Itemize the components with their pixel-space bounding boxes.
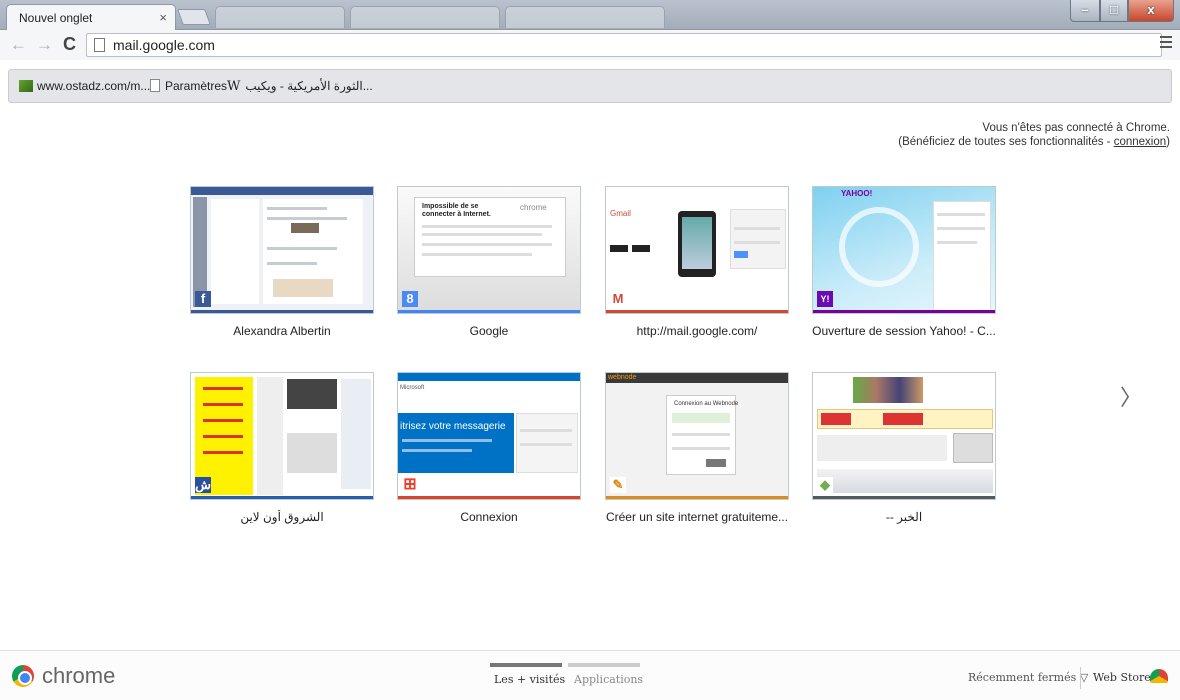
echorouk-icon: ش: [195, 477, 211, 493]
most-visited-tile[interactable]: Impossible de se connecter à Internet. c…: [397, 186, 581, 338]
new-tab-button[interactable]: [177, 9, 211, 25]
tile-title: -- الخبر: [885, 510, 923, 524]
webnode-icon: ✎: [610, 477, 626, 493]
tile-title: Ouverture de session Yahoo! - C...: [812, 324, 996, 338]
next-page-arrow-icon[interactable]: 〉: [1120, 380, 1142, 412]
most-visited-tile[interactable]: ◆ -- الخبر: [812, 372, 996, 524]
tile-thumbnail[interactable]: f: [190, 186, 374, 314]
signin-link[interactable]: connexion: [1114, 136, 1166, 148]
recently-closed-menu[interactable]: Récemment fermés ▽: [968, 671, 1088, 684]
site-icon: [19, 80, 33, 92]
tile-thumbnail[interactable]: Microsoft itrisez votre messagerie ⊞: [397, 372, 581, 500]
most-visited-tile[interactable]: webnode Connexion au Webnode ✎ Créer un …: [605, 372, 789, 524]
yahoo-icon: Y!: [817, 291, 833, 307]
tile-thumbnail[interactable]: YAHOO! Y!: [812, 186, 996, 314]
divider: [1080, 667, 1081, 689]
address-bar[interactable]: mail.google.com: [86, 33, 1162, 57]
maximize-button[interactable]: □: [1100, 0, 1128, 22]
tab-most-visited[interactable]: Les + visités: [494, 673, 565, 686]
page-icon: [94, 38, 105, 52]
tile-thumbnail[interactable]: Gmail M: [605, 186, 789, 314]
minimize-button[interactable]: –: [1070, 0, 1100, 22]
tile-title: Connexion: [460, 510, 518, 524]
tab-strip: Nouvel onglet × – □ x: [0, 0, 1180, 30]
pager-indicator: [568, 663, 640, 667]
address-url[interactable]: mail.google.com: [113, 37, 215, 53]
tile-title: Créer un site internet gratuiteme...: [605, 510, 789, 524]
close-window-button[interactable]: x: [1128, 0, 1174, 22]
tile-title: الشروق أون لاين: [240, 510, 324, 524]
tile-thumbnail[interactable]: Impossible de se connecter à Internet. c…: [397, 186, 581, 314]
google-error-text: Impossible de se connecter à Internet.: [422, 203, 491, 218]
forward-arrow-icon[interactable]: →: [36, 35, 53, 55]
bookmarks-bar: www.ostadz.com/m... Paramètres W الثورة ا…: [8, 69, 1172, 103]
signin-notice: Vous n'êtes pas connecté à Chrome. (Béné…: [898, 122, 1170, 148]
menu-icon[interactable]: [1160, 36, 1172, 50]
windows-icon: ⊞: [402, 476, 418, 493]
most-visited-tile[interactable]: f Alexandra Albertin: [190, 186, 374, 338]
webnode-form-title: Connexion au Webnode: [674, 401, 739, 407]
chrome-logo-icon: [12, 665, 34, 687]
tab-new-tab[interactable]: Nouvel onglet ×: [6, 4, 176, 30]
most-visited-tile[interactable]: ش الشروق أون لاين: [190, 372, 374, 524]
tile-thumbnail[interactable]: ◆: [812, 372, 996, 500]
chrome-wordmark: chrome: [42, 663, 116, 688]
most-visited-tile[interactable]: YAHOO! Y! Ouverture de session Yahoo! - …: [812, 186, 996, 338]
tab-title: Nouvel onglet: [19, 11, 93, 25]
page-icon: [150, 79, 160, 92]
background-tab[interactable]: [505, 6, 665, 28]
elkhabar-icon: ◆: [817, 477, 833, 493]
most-visited-tile[interactable]: Microsoft itrisez votre messagerie ⊞ Con…: [397, 372, 581, 524]
gmail-brand-text: Gmail: [610, 209, 631, 218]
chrome-brand-text: chrome: [520, 203, 547, 212]
tab-applications[interactable]: Applications: [574, 673, 643, 686]
tile-thumbnail[interactable]: webnode Connexion au Webnode ✎: [605, 372, 789, 500]
tile-thumbnail[interactable]: ش: [190, 372, 374, 500]
tile-title: http://mail.google.com/: [636, 324, 758, 338]
facebook-icon: f: [195, 291, 211, 307]
bookmark-item[interactable]: www.ostadz.com/m...: [19, 79, 150, 93]
google-icon: 8: [402, 291, 418, 307]
back-arrow-icon[interactable]: ←: [10, 35, 27, 55]
pager-indicator-active: [490, 663, 562, 667]
microsoft-headline: itrisez votre messagerie: [400, 421, 506, 432]
microsoft-brand-text: Microsoft: [400, 385, 425, 391]
web-store-link[interactable]: Web Store: [1093, 671, 1151, 684]
reload-icon[interactable]: C: [63, 34, 76, 55]
wikipedia-icon: W: [227, 79, 241, 94]
yahoo-brand-text: YAHOO!: [841, 189, 873, 198]
most-visited-tile[interactable]: Gmail M http://mail.google.com/: [605, 186, 789, 338]
tab-close-icon[interactable]: ×: [159, 10, 167, 25]
bottom-bar: chrome Les + visités Applications Récemm…: [0, 650, 1180, 700]
background-tab[interactable]: [215, 6, 345, 28]
gmail-icon: M: [610, 291, 626, 307]
tile-title: Alexandra Albertin: [233, 324, 331, 338]
webnode-brand-text: webnode: [608, 374, 637, 381]
background-tab[interactable]: [350, 6, 500, 28]
signin-line: Vous n'êtes pas connecté à Chrome.: [982, 122, 1170, 134]
web-store-icon[interactable]: [1150, 669, 1168, 683]
bookmark-item[interactable]: Paramètres: [150, 79, 227, 93]
bookmark-item[interactable]: W الثورة الأمريكية - ويكيب...: [227, 79, 373, 94]
toolbar: ← → C mail.google.com: [0, 30, 1180, 60]
tile-title: Google: [469, 324, 509, 338]
